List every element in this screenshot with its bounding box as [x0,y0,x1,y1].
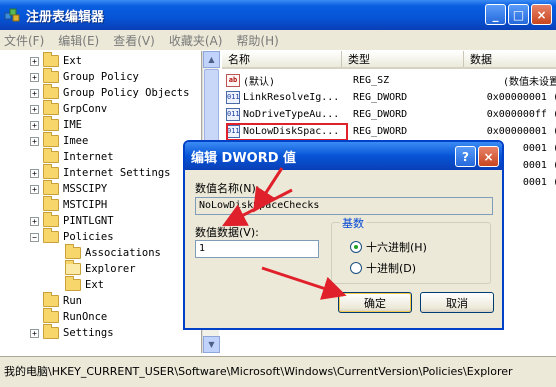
arrow-to-name-field [253,167,284,213]
annotation-arrows [222,167,347,300]
arrow-to-data-input [222,188,293,227]
arrow-to-ok-button [261,266,347,300]
